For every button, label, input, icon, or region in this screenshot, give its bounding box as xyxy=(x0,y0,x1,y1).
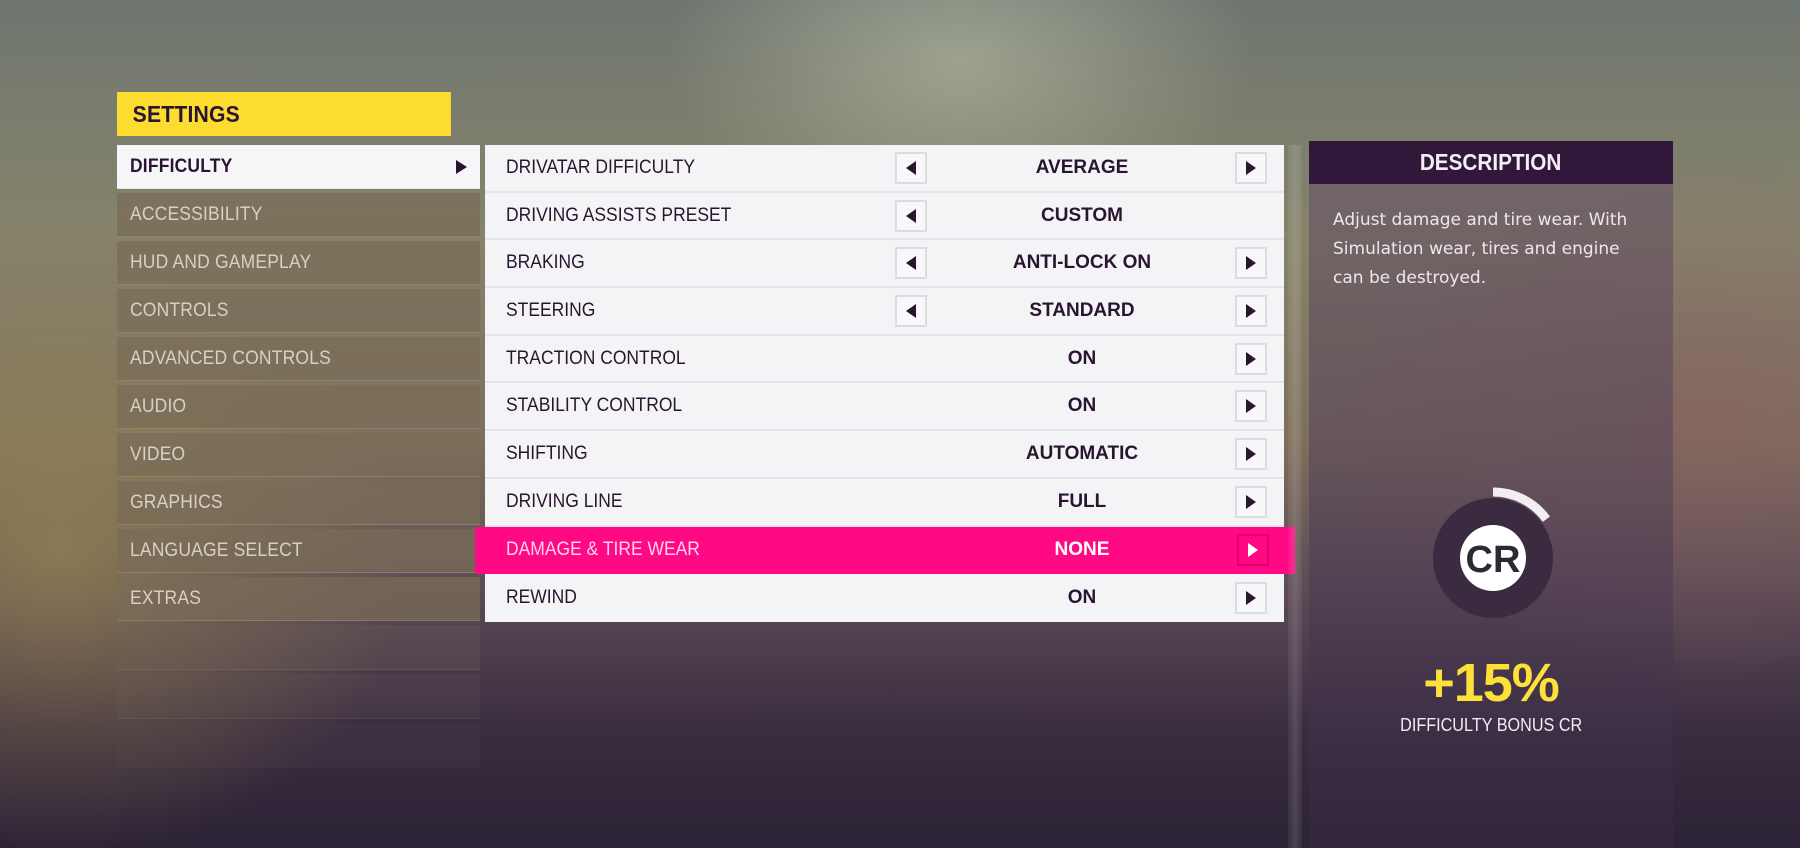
option-label: STEERING xyxy=(506,299,596,321)
nav-item-accessibility[interactable]: ACCESSIBILITY xyxy=(117,193,480,237)
option-value: ON xyxy=(1067,347,1097,369)
option-label: DAMAGE & TIRE WEAR xyxy=(506,539,700,561)
option-label: STABILITY CONTROL xyxy=(506,395,683,417)
nav-empty-slot xyxy=(117,723,480,768)
option-value: ON xyxy=(1067,587,1097,609)
option-row-driving-line[interactable]: DRIVING LINE FULL xyxy=(485,479,1284,527)
cr-bonus-gauge: CR xyxy=(1433,487,1553,618)
cr-icon: CR xyxy=(1466,539,1521,581)
arrow-right-icon xyxy=(1246,446,1256,461)
arrow-right-icon xyxy=(1246,256,1256,271)
description-title: DESCRIPTION xyxy=(1420,149,1562,175)
chevron-right-icon xyxy=(456,159,467,174)
next-value-button[interactable] xyxy=(1235,151,1267,184)
option-label: REWIND xyxy=(506,587,577,609)
arrow-right-icon xyxy=(1246,494,1256,509)
next-value-button[interactable] xyxy=(1235,247,1267,280)
option-label: DRIVATAR DIFFICULTY xyxy=(506,156,696,178)
option-row-drivatar-difficulty[interactable]: DRIVATAR DIFFICULTY AVERAGE xyxy=(485,145,1284,193)
arrow-left-icon xyxy=(906,303,916,318)
option-row-shifting[interactable]: SHIFTING AUTOMATIC xyxy=(485,431,1284,479)
next-value-button[interactable] xyxy=(1235,437,1267,470)
previous-value-button[interactable] xyxy=(895,294,927,327)
option-value: STANDARD xyxy=(1029,299,1135,321)
nav-item-video[interactable]: VIDEO xyxy=(117,433,480,477)
arrow-right-icon xyxy=(1246,303,1256,318)
option-label: BRAKING xyxy=(506,252,585,274)
option-value: AVERAGE xyxy=(1035,156,1129,178)
option-label: SHIFTING xyxy=(506,442,588,464)
settings-category-nav: DIFFICULTY ACCESSIBILITY HUD AND GAMEPLA… xyxy=(117,145,480,772)
arrow-right-icon xyxy=(1246,351,1256,366)
nav-item-graphics[interactable]: GRAPHICS xyxy=(117,481,480,525)
description-header: DESCRIPTION xyxy=(1309,141,1673,184)
nav-item-label: CONTROLS xyxy=(130,299,229,321)
nav-item-label: DIFFICULTY xyxy=(130,155,233,177)
nav-item-audio[interactable]: AUDIO xyxy=(117,385,480,429)
nav-item-label: EXTRAS xyxy=(130,587,202,609)
difficulty-options-list: DRIVATAR DIFFICULTY AVERAGE DRIVING ASSI… xyxy=(475,145,1295,622)
difficulty-bonus-label-text: DIFFICULTY BONUS CR xyxy=(1399,715,1583,735)
option-row-braking[interactable]: BRAKING ANTI-LOCK ON xyxy=(485,240,1284,289)
settings-title-text: SETTINGS xyxy=(132,100,240,127)
previous-value-button[interactable] xyxy=(895,199,927,232)
nav-empty-slot xyxy=(117,674,480,719)
option-row-steering[interactable]: STEERING STANDARD xyxy=(485,288,1284,336)
next-value-button[interactable] xyxy=(1235,342,1267,375)
previous-value-button[interactable] xyxy=(895,151,927,184)
option-row-rewind[interactable]: REWIND ON xyxy=(485,574,1284,622)
nav-item-hud-and-gameplay[interactable]: HUD AND GAMEPLAY xyxy=(117,241,480,285)
option-value: FULL xyxy=(1057,490,1107,512)
previous-value-button[interactable] xyxy=(895,247,927,280)
arrow-left-icon xyxy=(906,208,916,223)
options-scrollbar[interactable] xyxy=(1288,145,1302,848)
option-row-traction-control[interactable]: TRACTION CONTROL ON xyxy=(485,336,1284,384)
description-text: Adjust damage and tire wear. With Simula… xyxy=(1333,210,1628,288)
nav-item-label: ACCESSIBILITY xyxy=(130,203,263,225)
next-value-button[interactable] xyxy=(1235,390,1267,423)
option-value: CUSTOM xyxy=(1041,204,1123,226)
option-row-damage-and-tire-wear[interactable]: DAMAGE & TIRE WEAR NONE xyxy=(475,526,1295,575)
next-value-button[interactable] xyxy=(1235,294,1267,327)
nav-item-label: AUDIO xyxy=(130,395,187,417)
option-value: ON xyxy=(1067,395,1097,417)
arrow-right-icon xyxy=(1246,591,1256,606)
arrow-right-icon xyxy=(1248,543,1258,558)
nav-item-language-select[interactable]: LANGUAGE SELECT xyxy=(117,529,480,573)
next-value-button[interactable] xyxy=(1237,534,1269,567)
arrow-left-icon xyxy=(906,160,916,175)
arrow-right-icon xyxy=(1246,160,1256,175)
option-value: NONE xyxy=(1054,539,1110,561)
nav-item-label: GRAPHICS xyxy=(130,491,223,513)
nav-item-extras[interactable]: EXTRAS xyxy=(117,577,480,621)
settings-title: SETTINGS xyxy=(117,92,451,136)
nav-item-label: HUD AND GAMEPLAY xyxy=(130,251,312,273)
next-value-button[interactable] xyxy=(1235,582,1267,615)
difficulty-bonus-value: +15% xyxy=(1423,653,1560,713)
option-value: AUTOMATIC xyxy=(1025,442,1139,464)
nav-item-label: VIDEO xyxy=(130,443,186,465)
arrow-right-icon xyxy=(1246,399,1256,414)
nav-item-advanced-controls[interactable]: ADVANCED CONTROLS xyxy=(117,337,480,381)
option-row-stability-control[interactable]: STABILITY CONTROL ON xyxy=(485,383,1284,432)
difficulty-bonus-label: DIFFICULTY BONUS CR xyxy=(1309,715,1673,736)
nav-item-label: ADVANCED CONTROLS xyxy=(130,347,331,369)
option-value: ANTI-LOCK ON xyxy=(1012,252,1152,274)
nav-item-controls[interactable]: CONTROLS xyxy=(117,289,480,333)
option-label: DRIVING LINE xyxy=(506,490,623,512)
nav-item-label: LANGUAGE SELECT xyxy=(130,539,303,561)
nav-item-difficulty[interactable]: DIFFICULTY xyxy=(117,145,480,189)
arrow-left-icon xyxy=(906,256,916,271)
option-label: TRACTION CONTROL xyxy=(506,347,686,369)
next-value-button[interactable] xyxy=(1235,485,1267,518)
option-row-driving-assists-preset[interactable]: DRIVING ASSISTS PRESET CUSTOM xyxy=(485,193,1284,241)
option-label: DRIVING ASSISTS PRESET xyxy=(506,204,732,226)
nav-empty-slot xyxy=(117,625,480,670)
